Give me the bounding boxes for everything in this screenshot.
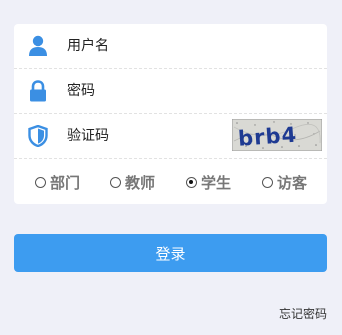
role-label: 教师 (125, 173, 156, 192)
role-option-student[interactable]: 学生 (186, 172, 231, 192)
forgot-password-link[interactable]: 忘记密码 (279, 305, 327, 322)
login-card: brb4 部门 教师 学生 访客 (14, 24, 327, 204)
lock-icon (30, 80, 46, 102)
radio-department[interactable] (35, 176, 46, 188)
radio-visitor[interactable] (262, 176, 273, 188)
username-row (14, 24, 327, 69)
captcha-row: brb4 (14, 114, 327, 159)
captcha-image[interactable]: brb4 (232, 119, 322, 151)
role-label: 访客 (277, 173, 308, 192)
captcha-text: brb4 (237, 123, 298, 151)
role-option-department[interactable]: 部门 (35, 172, 80, 192)
captcha-input[interactable] (67, 114, 232, 158)
role-option-visitor[interactable]: 访客 (262, 172, 307, 192)
role-option-teacher[interactable]: 教师 (110, 172, 155, 192)
password-row (14, 69, 327, 114)
role-label: 部门 (50, 173, 81, 192)
radio-student[interactable] (186, 176, 197, 188)
radio-teacher[interactable] (110, 176, 121, 188)
role-selector: 部门 教师 学生 访客 (14, 159, 327, 204)
role-label: 学生 (201, 173, 232, 192)
login-button[interactable]: 登录 (14, 234, 327, 272)
username-input[interactable] (67, 24, 232, 68)
password-input[interactable] (67, 69, 232, 113)
user-icon (29, 35, 47, 56)
shield-icon (28, 125, 48, 147)
